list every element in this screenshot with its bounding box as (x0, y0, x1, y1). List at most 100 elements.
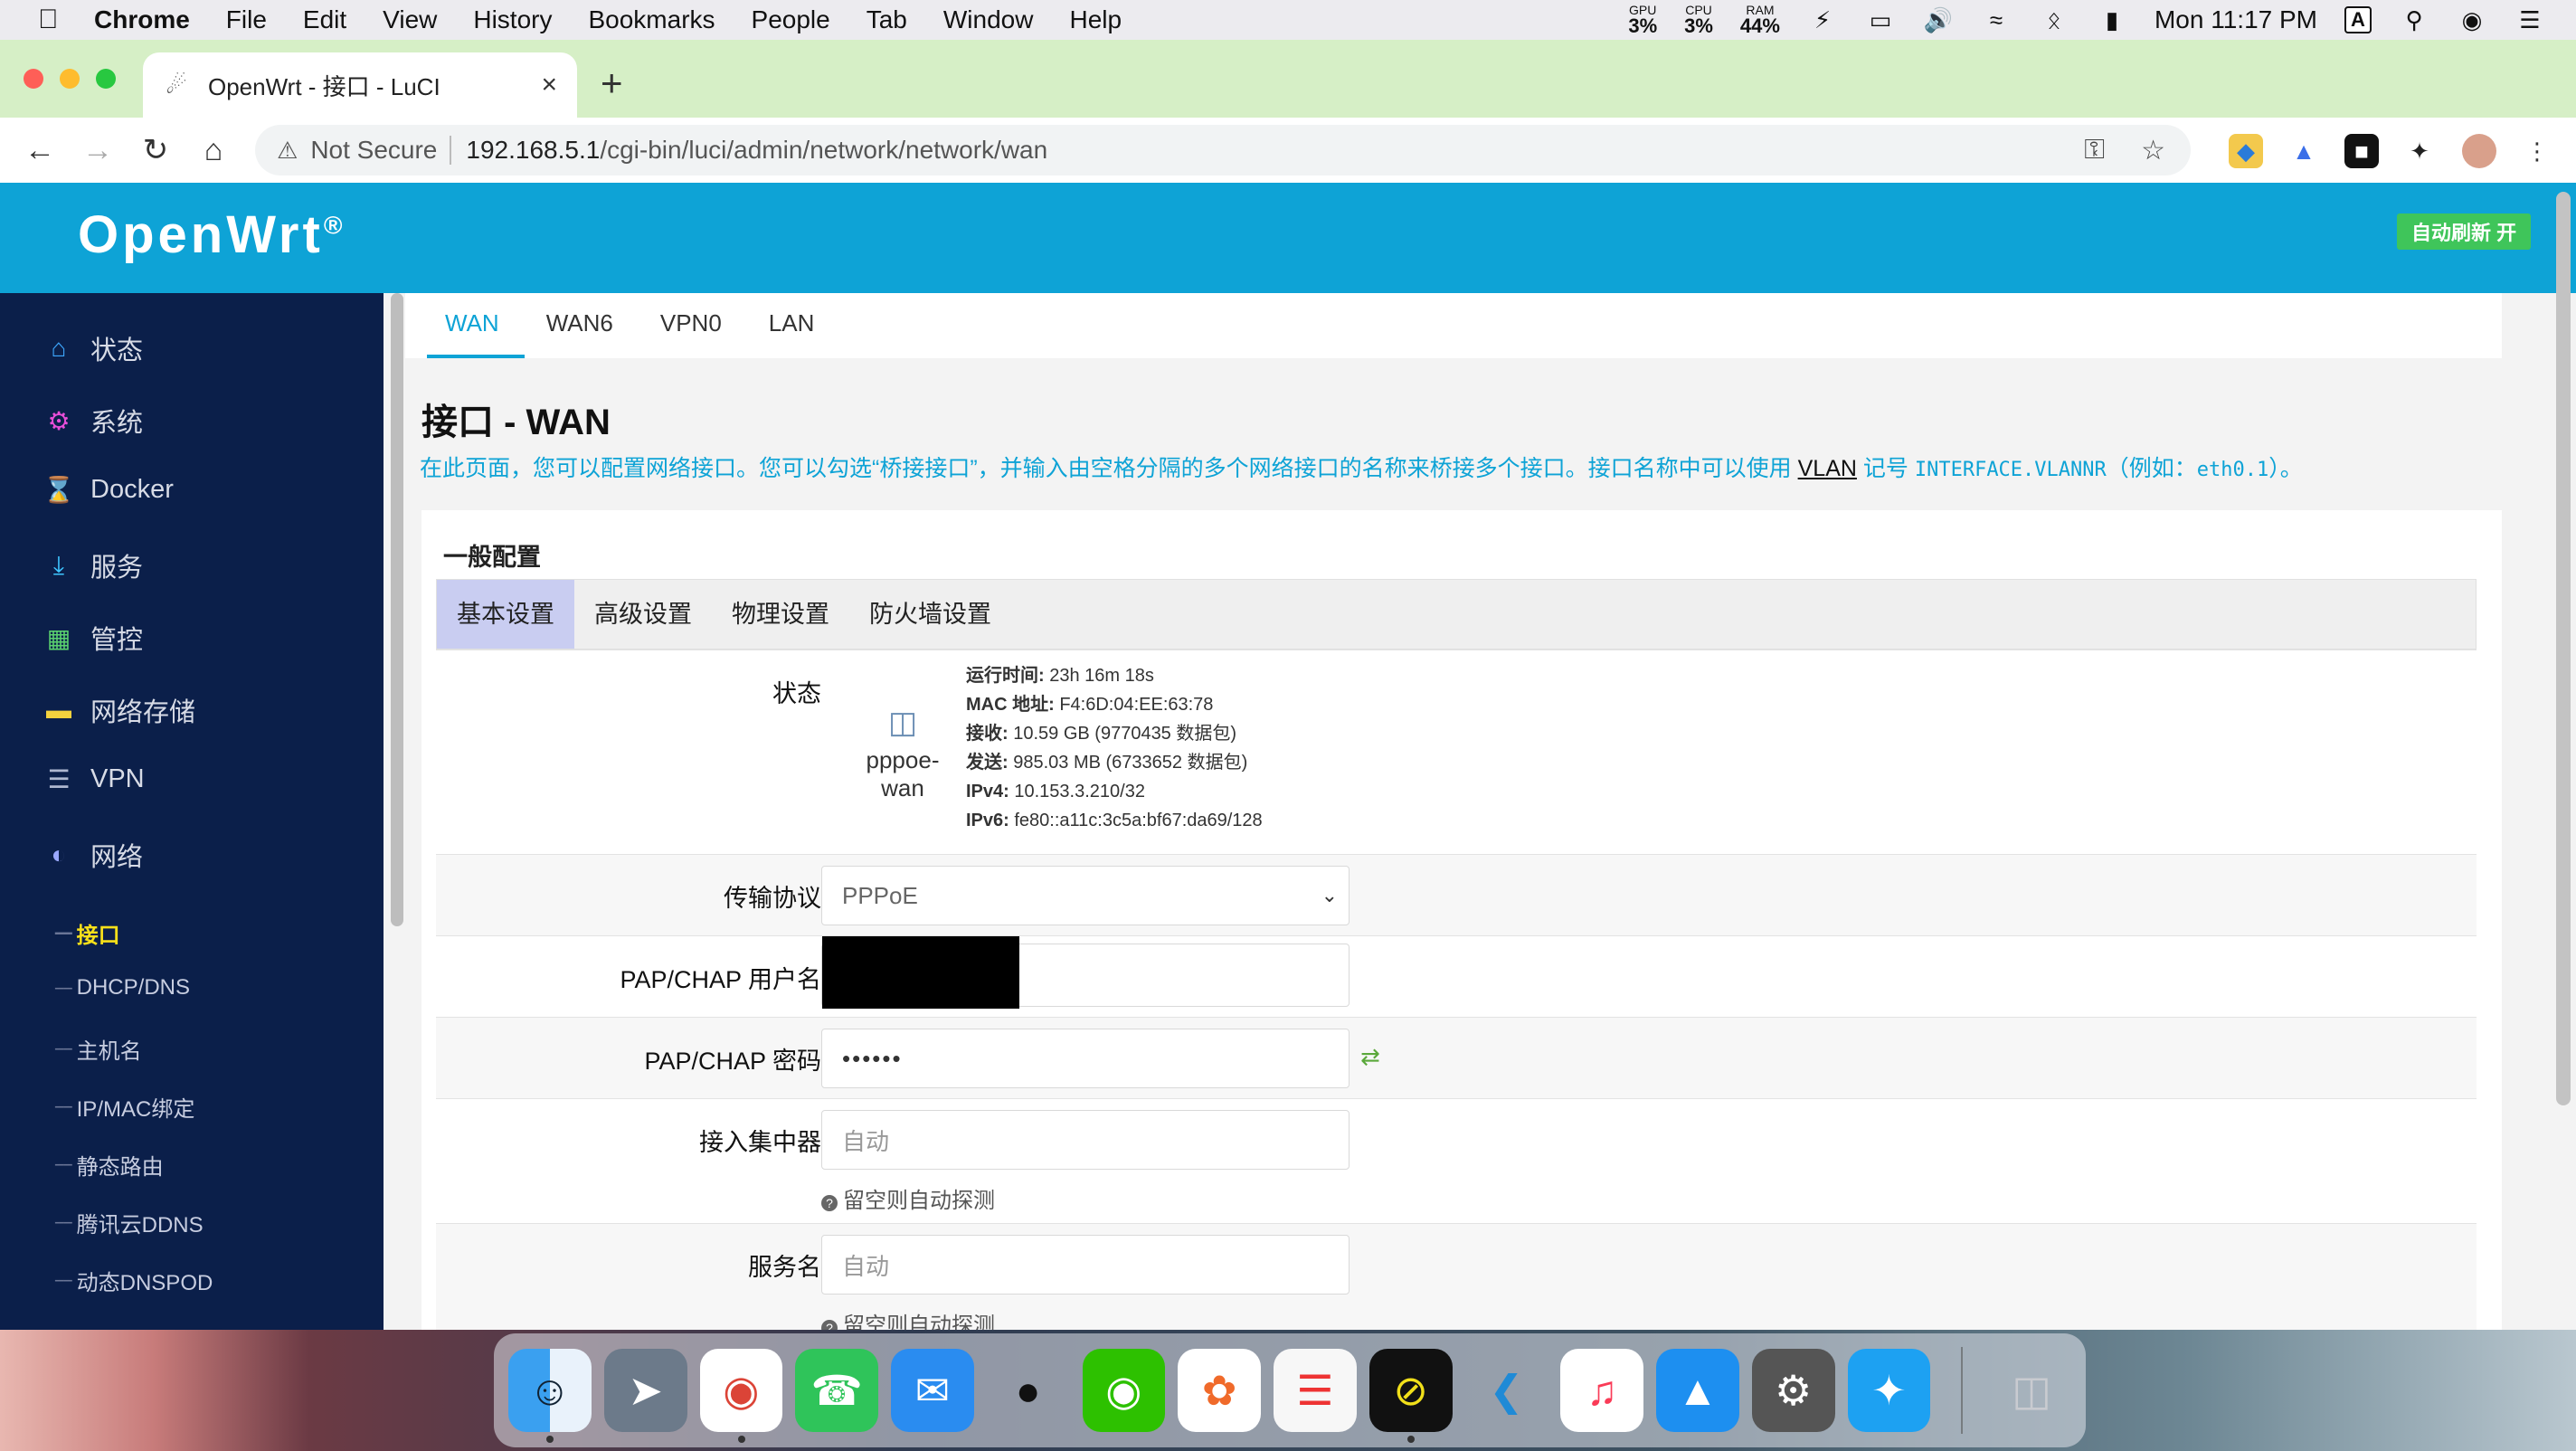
menu-edit[interactable]: Edit (303, 5, 346, 34)
sidebar-item-vpn[interactable]: ☰ VPN (43, 763, 144, 794)
auto-refresh-badge[interactable]: 自动刷新 开 (2397, 213, 2532, 250)
control-center-icon[interactable]: ☰ (2514, 6, 2545, 33)
warning-icon[interactable]: ⚠ (277, 137, 298, 165)
reveal-password-icon[interactable]: ⇄ (1360, 1043, 1380, 1071)
preferences-icon[interactable]: ⚙ (1751, 1349, 1835, 1432)
menu-window[interactable]: Window (943, 5, 1034, 34)
wifi-icon[interactable]: ≈ (1981, 6, 2012, 33)
wechat-icon[interactable]: ◉ (1082, 1349, 1166, 1432)
chrome-icon[interactable]: ◉ (699, 1349, 783, 1443)
extension-cube-icon[interactable]: ▲ (2287, 134, 2321, 168)
menu-people[interactable]: People (752, 5, 830, 34)
airplay-icon[interactable]: ▭ (1865, 6, 1896, 33)
address-bar[interactable]: ⚠ Not Secure 192.168.5.1 /cgi-bin/luci/a… (255, 125, 2191, 175)
reminders-icon[interactable]: ☰ (1274, 1349, 1357, 1432)
back-arrow-icon[interactable]: ← (22, 132, 58, 168)
menubar-clock[interactable]: Mon 11:17 PM (2155, 5, 2317, 34)
finder-icon[interactable]: ☺ (508, 1349, 592, 1443)
tab-wan[interactable]: WAN (427, 293, 525, 358)
page-scrollbar[interactable] (2556, 192, 2571, 1105)
config-subtabs: 基本设置 高级设置 物理设置 防火墙设置 (436, 579, 2477, 650)
ram-meter[interactable]: RAM 44% (1740, 4, 1780, 36)
subtab-physical[interactable]: 物理设置 (712, 580, 849, 649)
sidebar-sub-hostnames[interactable]: ---- 主机名 (54, 1033, 142, 1065)
bookmark-star-icon[interactable]: ☆ (2141, 135, 2165, 166)
twitter-icon[interactable]: ✦ (1847, 1349, 1931, 1432)
menu-file[interactable]: File (226, 5, 267, 34)
launchpad-icon[interactable]: ➤ (603, 1349, 687, 1432)
volume-icon[interactable]: 🔊 (1923, 6, 1954, 33)
subtab-basic[interactable]: 基本设置 (437, 580, 574, 649)
extension-shield-icon[interactable]: ◆ (2229, 134, 2263, 168)
menu-app-name[interactable]: Chrome (94, 5, 190, 34)
new-tab-icon[interactable]: + (601, 64, 623, 102)
menu-bar:  Chrome File Edit View History Bookmark… (0, 0, 2576, 40)
instruments-icon[interactable]: ⊘ (1368, 1349, 1453, 1443)
status-uptime: 运行时间: 23h 16m 18s (966, 666, 1154, 686)
menu-view[interactable]: View (383, 5, 437, 34)
bluetooth-icon[interactable]: ᛟ (2039, 6, 2069, 33)
tab-close-icon[interactable]: × (541, 70, 557, 100)
username-input[interactable] (821, 936, 1350, 1009)
reload-icon[interactable]: ↻ (137, 132, 174, 168)
sidebar-item-docker[interactable]: ⌛ Docker (43, 474, 174, 505)
window-close-icon[interactable] (24, 69, 43, 89)
protocol-select[interactable]: PPPoE ⌄ (821, 866, 1350, 925)
menu-history[interactable]: History (473, 5, 552, 34)
browser-tab[interactable]: ☄ OpenWrt - 接口 - LuCI × (143, 52, 577, 118)
sidebar-item-network[interactable]: ◐ 网络 (43, 836, 143, 874)
photos-icon[interactable]: ✿ (1178, 1349, 1261, 1432)
sidebar-sub-dhcp-dns[interactable]: ---- DHCP/DNS (54, 975, 190, 1001)
sidebar-item-control[interactable]: ▦ 管控 (43, 619, 143, 657)
sidebar-sub-interfaces[interactable]: ---- 接口 (54, 917, 120, 949)
tab-wan6[interactable]: WAN6 (546, 293, 613, 358)
window-zoom-icon[interactable] (96, 69, 116, 89)
openwrt-logo[interactable]: OpenWrt® (78, 204, 346, 265)
trash-icon[interactable]: ◫ (1990, 1349, 2073, 1432)
sidebar-sub-tencent-ddns[interactable]: ---- 腾讯云DDNS (54, 1207, 204, 1238)
cpu-meter[interactable]: CPU 3% (1684, 4, 1713, 36)
apple-menu-icon[interactable]:  (38, 6, 63, 33)
home-icon[interactable]: ⌂ (195, 132, 232, 168)
sidebar-item-nas[interactable]: ▬ 网络存储 (43, 691, 195, 729)
music-icon[interactable]: ♫ (1560, 1349, 1643, 1432)
service-input[interactable]: 自动 (821, 1235, 1350, 1295)
chrome-menu-icon[interactable]: ⋮ (2520, 134, 2554, 168)
vscode-icon[interactable]: ❮ (1465, 1349, 1548, 1432)
tab-lan[interactable]: LAN (769, 293, 815, 358)
sidebar-scrollbar[interactable] (391, 293, 403, 926)
menu-tab[interactable]: Tab (867, 5, 907, 34)
menu-bookmarks[interactable]: Bookmarks (588, 5, 715, 34)
sidebar-sub-ip-mac-binding[interactable]: ---- IP/MAC绑定 (54, 1091, 194, 1123)
sidebar-sub-dnspod[interactable]: ---- 动态DNSPOD (54, 1265, 213, 1296)
subtab-firewall[interactable]: 防火墙设置 (849, 580, 1011, 649)
appstore-icon[interactable]: ▲ (1656, 1349, 1739, 1432)
sidebar-item-status[interactable]: ⌂ 状态 (43, 329, 143, 367)
messages-icon[interactable]: ✉ (891, 1349, 974, 1432)
menu-help[interactable]: Help (1069, 5, 1122, 34)
forward-arrow-icon[interactable]: → (80, 132, 116, 168)
key-icon[interactable]: ⚿ (2084, 135, 2105, 166)
gpu-meter[interactable]: GPU 3% (1628, 4, 1657, 36)
extension-panel-icon[interactable]: ■ (2344, 134, 2379, 168)
siri-icon[interactable]: ◉ (2457, 6, 2487, 33)
ac-label: 接入集中器 (699, 1129, 821, 1156)
vlan-link[interactable]: VLAN (1798, 456, 1857, 481)
spotlight-search-icon[interactable]: ⚲ (2399, 6, 2429, 33)
tab-vpn0[interactable]: VPN0 (660, 293, 722, 358)
password-input[interactable]: •••••• (821, 1029, 1350, 1088)
bolt-icon[interactable]: ⚡ (1807, 6, 1838, 33)
battery-icon[interactable]: ▮ (2097, 6, 2127, 33)
facetime-icon[interactable]: ☎ (795, 1349, 878, 1432)
ac-input[interactable]: 自动 (821, 1110, 1350, 1170)
sidebar-item-system[interactable]: ⚙ 系统 (43, 402, 143, 440)
extensions-puzzle-icon[interactable]: ✦ (2402, 134, 2437, 168)
sidebar-item-services[interactable]: ⤓ 服务 (43, 546, 143, 584)
sidebar-sub-static-routes[interactable]: ---- 静态路由 (54, 1149, 164, 1181)
window-minimize-icon[interactable] (60, 69, 80, 89)
subtab-advanced[interactable]: 高级设置 (574, 580, 712, 649)
profile-avatar[interactable] (2462, 134, 2496, 168)
not-secure-label[interactable]: Not Secure (310, 136, 437, 165)
input-source-icon[interactable]: A (2344, 6, 2372, 33)
qq-icon[interactable]: ● (987, 1349, 1070, 1432)
